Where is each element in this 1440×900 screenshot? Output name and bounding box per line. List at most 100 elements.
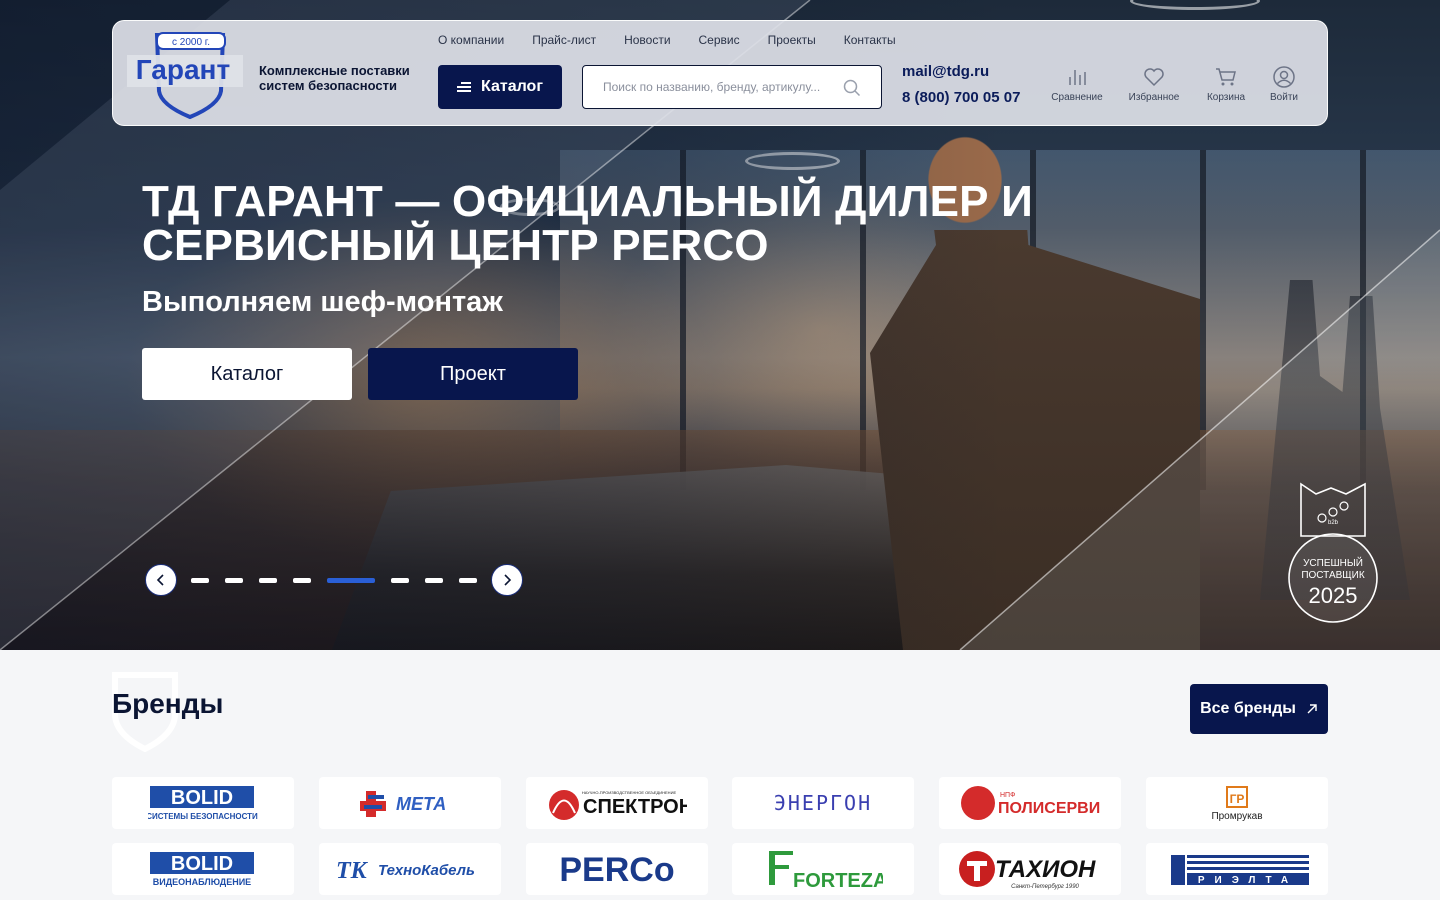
- svg-text:НПФ: НПФ: [1000, 792, 1015, 799]
- brand-spektron[interactable]: НАУЧНО-ПРОИЗВОДСТВЕННОЕ ОБЪЕДИНЕНИЕ СПЕК…: [526, 777, 708, 829]
- rielta-logo: РИЭЛТА: [1171, 855, 1309, 886]
- cart-label: Корзина: [1206, 92, 1246, 103]
- svg-text:ТехноКабель: ТехноКабель: [378, 862, 475, 879]
- slider-dots: [191, 577, 477, 583]
- svg-text:СПЕКТРОН: СПЕКТРОН: [583, 796, 687, 818]
- svg-text:РИЭЛТА: РИЭЛТА: [1198, 875, 1298, 886]
- company-tagline: Комплексные поставки систем безопасности: [259, 63, 410, 93]
- svg-text:ПОСТАВЩИК: ПОСТАВЩИК: [1301, 570, 1365, 581]
- hero-catalog-button[interactable]: Каталог: [142, 348, 352, 400]
- email-link[interactable]: mail@tdg.ru: [902, 59, 1020, 85]
- slider-dot[interactable]: [425, 577, 443, 583]
- brand-promrukav[interactable]: ГР Промрукав: [1146, 777, 1328, 829]
- svg-text:PERCo: PERCo: [559, 851, 674, 889]
- svg-text:СИСТЕМЫ БЕЗОПАСНОСТИ: СИСТЕМЫ БЕЗОПАСНОСТИ: [148, 812, 258, 821]
- slider-dot[interactable]: [191, 577, 209, 583]
- top-nav: О компании Прайс-лист Новости Сервис Про…: [438, 33, 896, 47]
- brand-energon[interactable]: ЭНЕРГОН: [732, 777, 914, 829]
- chevron-left-icon: [156, 574, 164, 586]
- all-brands-button[interactable]: Все бренды: [1190, 684, 1328, 734]
- cart-icon: [1216, 68, 1236, 86]
- garant-logo[interactable]: с 2000 г. Гарант: [127, 31, 243, 121]
- nav-pricelist[interactable]: Прайс-лист: [532, 33, 596, 47]
- slider-dot-active[interactable]: [327, 577, 375, 583]
- promrukav-logo: ГР Промрукав: [1211, 786, 1263, 822]
- slider-prev-button[interactable]: [145, 564, 177, 596]
- svg-text:BOLID: BOLID: [171, 853, 233, 875]
- svg-text:ЭНЕРГОН: ЭНЕРГОН: [774, 791, 872, 815]
- header-actions: Сравнение Избранное Корзина Войти: [1043, 65, 1313, 103]
- brand-poliservis[interactable]: НПФ ПОЛИСЕРВИС: [939, 777, 1121, 829]
- brand-rielta[interactable]: РИЭЛТА: [1146, 843, 1328, 895]
- chevron-right-icon: [504, 574, 512, 586]
- phone-link[interactable]: 8 (800) 700 05 07: [902, 85, 1020, 111]
- svg-text:Промрукав: Промрукав: [1211, 811, 1262, 822]
- brand-tehnokabel[interactable]: TK ТехноКабель: [319, 843, 501, 895]
- supplier-award-badge: b2b УСПЕШНЫЙ ПОСТАВЩИК 2025: [1288, 482, 1378, 623]
- nav-news[interactable]: Новости: [624, 33, 670, 47]
- bolid-logo: BOLID СИСТЕМЫ БЕЗОПАСНОСТИ: [148, 786, 258, 821]
- brand-bolid-security[interactable]: BOLID СИСТЕМЫ БЕЗОПАСНОСТИ: [112, 777, 294, 829]
- slider-dot[interactable]: [259, 577, 277, 583]
- site-header: с 2000 г. Гарант Комплексные поставки си…: [112, 20, 1328, 126]
- login-button[interactable]: Войти: [1255, 65, 1313, 103]
- svg-text:TK: TK: [336, 858, 369, 884]
- brand-perco[interactable]: PERCo: [526, 843, 708, 895]
- forteza-logo: FORTEZA: [769, 851, 883, 891]
- hero-subtitle: Выполняем шеф-монтаж: [142, 286, 503, 318]
- brand-tahion[interactable]: ТАХИОН Санкт-Петербург 1990: [939, 843, 1121, 895]
- heart-icon: [1144, 68, 1164, 87]
- svg-text:2025: 2025: [1309, 583, 1358, 608]
- svg-text:b2b: b2b: [1328, 520, 1339, 526]
- brand-forteza[interactable]: FORTEZA: [732, 843, 914, 895]
- nav-projects[interactable]: Проекты: [768, 33, 816, 47]
- svg-text:BOLID: BOLID: [171, 787, 233, 809]
- favorites-button[interactable]: Избранное: [1111, 65, 1197, 103]
- meta-logo: МЕТА: [360, 791, 446, 817]
- search-icon[interactable]: [843, 79, 861, 97]
- compare-icon: [1069, 70, 1086, 85]
- catalog-button[interactable]: Каталог: [438, 65, 562, 109]
- favorites-label: Избранное: [1128, 92, 1180, 103]
- hero-project-button[interactable]: Проект: [368, 348, 578, 400]
- svg-text:ГР: ГР: [1230, 792, 1245, 806]
- slider-next-button[interactable]: [491, 564, 523, 596]
- slider-dot[interactable]: [293, 577, 311, 583]
- perco-logo: PERCo: [559, 851, 674, 889]
- slider-dot[interactable]: [225, 577, 243, 583]
- svg-text:НАУЧНО-ПРОИЗВОДСТВЕННОЕ ОБЪЕДИ: НАУЧНО-ПРОИЗВОДСТВЕННОЕ ОБЪЕДИНЕНИЕ: [582, 790, 677, 795]
- poliservis-logo: НПФ ПОЛИСЕРВИС: [961, 786, 1100, 820]
- hero-title: ТД ГАРАНТ — ОФИЦИАЛЬНЫЙ ДИЛЕР И СЕРВИСНЫ…: [142, 177, 1033, 270]
- catalog-button-label: Каталог: [481, 78, 543, 95]
- svg-text:с 2000 г.: с 2000 г.: [172, 37, 210, 48]
- svg-text:Санкт-Петербург 1990: Санкт-Петербург 1990: [1011, 884, 1079, 890]
- svg-text:ТАХИОН: ТАХИОН: [995, 856, 1096, 883]
- search-input[interactable]: [583, 66, 845, 108]
- arrow-up-right-icon: [1307, 704, 1317, 714]
- nav-about[interactable]: О компании: [438, 33, 504, 47]
- search-box: [582, 65, 882, 109]
- svg-text:МЕТА: МЕТА: [396, 794, 446, 814]
- brand-meta[interactable]: МЕТА: [319, 777, 501, 829]
- menu-icon: [457, 82, 471, 92]
- contacts-block: mail@tdg.ru 8 (800) 700 05 07: [902, 59, 1020, 111]
- slider-dot[interactable]: [391, 577, 409, 583]
- login-label: Войти: [1270, 92, 1298, 103]
- nav-service[interactable]: Сервис: [699, 33, 740, 47]
- tehnokabel-logo: TK ТехноКабель: [336, 858, 475, 884]
- nav-contacts[interactable]: Контакты: [844, 33, 896, 47]
- cart-button[interactable]: Корзина: [1197, 65, 1255, 103]
- compare-label: Сравнение: [1051, 92, 1103, 103]
- all-brands-label: Все бренды: [1200, 700, 1296, 717]
- hero-slider-controls: [145, 564, 523, 596]
- svg-text:FORTEZA: FORTEZA: [793, 870, 883, 891]
- energon-logo: ЭНЕРГОН: [774, 791, 872, 815]
- svg-text:ВИДЕОНАБЛЮДЕНИЕ: ВИДЕОНАБЛЮДЕНИЕ: [153, 877, 251, 887]
- brand-bolid-video[interactable]: BOLID ВИДЕОНАБЛЮДЕНИЕ: [112, 843, 294, 895]
- svg-text:ПОЛИСЕРВИС: ПОЛИСЕРВИС: [998, 800, 1100, 817]
- brands-heading: Бренды: [112, 688, 224, 719]
- bolid-video-logo: BOLID ВИДЕОНАБЛЮДЕНИЕ: [150, 852, 254, 887]
- user-icon: [1273, 66, 1295, 88]
- compare-button[interactable]: Сравнение: [1043, 65, 1111, 103]
- slider-dot[interactable]: [459, 577, 477, 583]
